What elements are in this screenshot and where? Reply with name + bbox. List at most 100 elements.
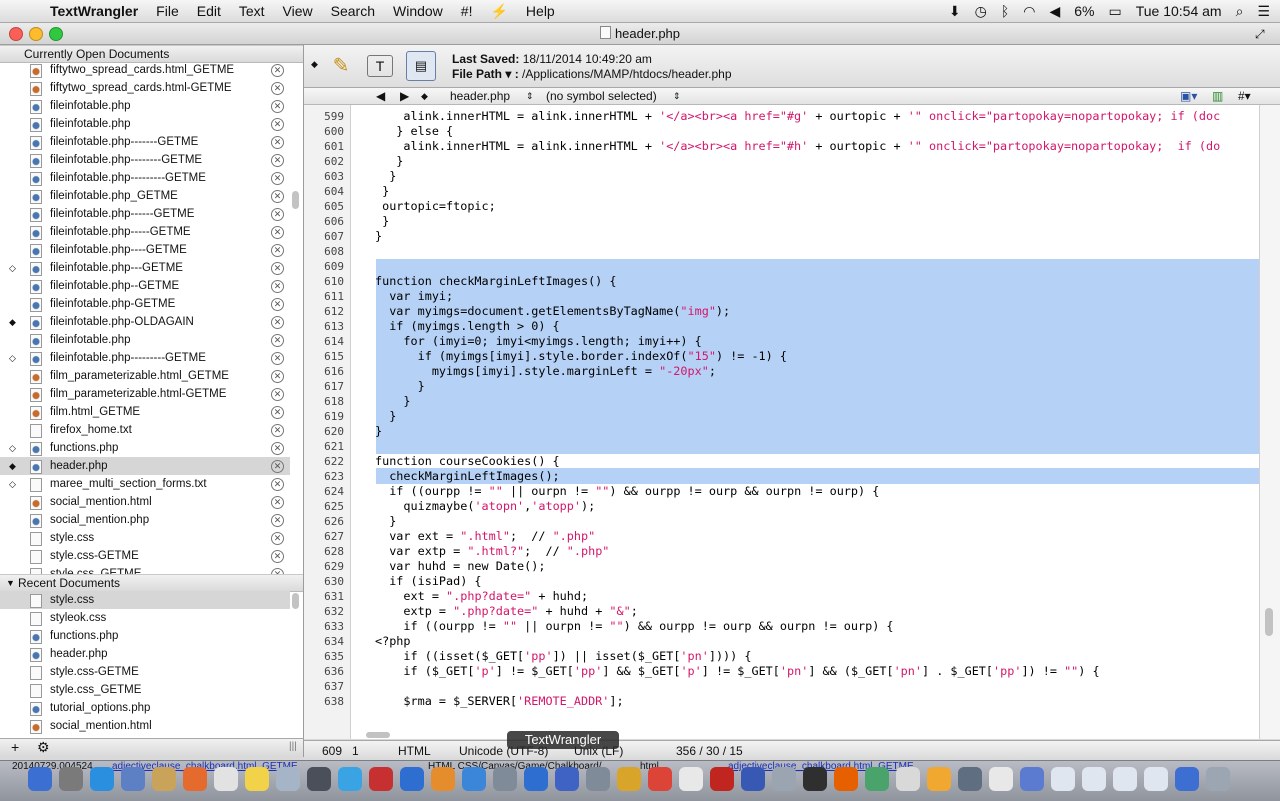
recent-documents-scrollbar[interactable] [292,593,299,609]
terminal-icon[interactable] [803,767,827,791]
code-line[interactable]: if ($_GET['p'] != $_GET['pp'] && $_GET['… [375,664,1099,679]
close-document-icon[interactable]: ✕ [271,118,284,131]
recent-document-item[interactable]: header.php [0,645,290,663]
app-store-icon[interactable] [462,767,486,791]
open-document-item[interactable]: style.css ✕ [0,529,290,547]
close-document-icon[interactable]: ✕ [271,334,284,347]
open-document-item[interactable]: film_parameterizable.html_GETME ✕ [0,367,290,385]
close-document-icon[interactable]: ✕ [271,478,284,491]
browser-icon[interactable] [865,767,889,791]
file-info-icon[interactable]: ▤ [406,51,436,81]
battery-icon[interactable]: ▭ [1108,3,1121,20]
code-line[interactable]: var ext = ".html"; // ".php" [375,529,595,544]
close-document-icon[interactable]: ✕ [271,406,284,419]
stack-icon[interactable] [1082,767,1106,791]
open-document-item[interactable]: fileinfotable.php---------GETME ✕ [0,169,290,187]
volume-icon[interactable]: ◀ [1049,3,1060,20]
imovie-icon[interactable] [741,767,765,791]
code-line[interactable]: } [375,409,396,424]
utility-icon[interactable] [586,767,610,791]
recent-document-item[interactable]: style.css_GETME [0,681,290,699]
menu-window[interactable]: Window [393,3,443,19]
photo-icon[interactable] [276,767,300,791]
drawer-resize-handle[interactable]: ||| [289,741,297,752]
finder-icon[interactable] [28,767,52,791]
open-document-item[interactable]: fileinfotable.php_GETME ✕ [0,187,290,205]
spotlight-icon[interactable]: ⌕ [1236,3,1244,20]
menu-search[interactable]: Search [331,3,375,19]
code-line[interactable]: function checkMarginLeftImages() { [375,274,616,289]
document-icon[interactable] [679,767,703,791]
forward-arrow-icon[interactable]: ▶ [400,88,409,104]
stack-icon[interactable] [1113,767,1137,791]
code-line[interactable]: <?php [375,634,411,649]
close-document-icon[interactable]: ✕ [271,514,284,527]
close-document-icon[interactable]: ✕ [271,172,284,185]
open-document-item[interactable]: film.html_GETME ✕ [0,403,290,421]
code-line[interactable]: var imyi; [375,289,453,304]
code-line[interactable]: if ((isset($_GET['pp']) || isset($_GET['… [375,649,751,664]
open-document-item[interactable]: fileinfotable.php ✕ [0,97,290,115]
open-document-item[interactable]: fileinfotable.php--GETME ✕ [0,277,290,295]
open-document-item[interactable]: social_mention.php ✕ [0,511,290,529]
code-line[interactable]: if (myimgs.length > 0) { [375,319,559,334]
close-document-icon[interactable]: ✕ [271,388,284,401]
open-document-item[interactable]: firefox_home.txt ✕ [0,421,290,439]
stickies-icon[interactable] [245,767,269,791]
symbol-popup[interactable]: (no symbol selected) [546,88,657,104]
bluetooth-icon[interactable]: ᛒ [1001,3,1009,19]
code-line[interactable]: alink.innerHTML = alink.innerHTML + '</a… [375,109,1220,124]
close-document-icon[interactable]: ✕ [271,370,284,383]
code-line[interactable]: } [375,169,396,184]
code-line[interactable]: $rma = $_SERVER['REMOTE_ADDR']; [375,694,623,709]
code-line[interactable]: } [375,154,403,169]
add-document-button[interactable]: + [11,739,19,755]
recent-document-item[interactable]: style.css [0,591,290,609]
launchpad-icon[interactable] [59,767,83,791]
vlc-icon[interactable] [927,767,951,791]
editor-horizontal-scrollbar[interactable] [366,732,390,738]
code-line[interactable]: } [375,514,396,529]
open-document-item[interactable]: fileinfotable.php ✕ [0,115,290,133]
close-document-icon[interactable]: ✕ [271,442,284,455]
close-document-icon[interactable]: ✕ [271,82,284,95]
recent-document-item[interactable]: functions.php [0,627,290,645]
line-number-status[interactable]: 609 [322,741,342,761]
close-document-icon[interactable]: ✕ [271,460,284,473]
contacts-icon[interactable] [152,767,176,791]
close-document-icon[interactable]: ✕ [271,352,284,365]
minimize-window-button[interactable] [29,27,43,41]
code-line[interactable]: } [375,184,389,199]
language-popup[interactable]: HTML [398,741,431,761]
menu-scripts[interactable]: #! [461,3,473,19]
calendar-icon[interactable] [183,767,207,791]
open-document-item[interactable]: fileinfotable.php------GETME ✕ [0,205,290,223]
file-popup-arrows-icon[interactable]: ⇕ [526,88,534,104]
code-line[interactable]: if (myimgs[imyi].style.border.indexOf("1… [375,349,787,364]
recent-document-item[interactable]: style.css-GETME [0,663,290,681]
recent-documents-header[interactable]: ▼ Recent Documents [0,574,303,592]
open-documents-scrollbar[interactable] [292,191,299,209]
notes-icon[interactable] [214,767,238,791]
messages-icon[interactable] [338,767,362,791]
close-window-button[interactable] [9,27,23,41]
code-line[interactable]: } [375,424,382,439]
recent-document-item[interactable]: tutorial_options.php [0,699,290,717]
menu-text[interactable]: Text [239,3,265,19]
downloads-icon[interactable] [1175,767,1199,791]
editor-vertical-scrollbar[interactable] [1259,105,1280,739]
file-popup[interactable]: header.php [450,88,510,104]
code-line[interactable]: myimgs[imyi].style.marginLeft = "-20px"; [375,364,716,379]
open-document-item[interactable]: film_parameterizable.html-GETME ✕ [0,385,290,403]
stack-icon[interactable] [1051,767,1075,791]
code-line[interactable]: quizmaybe('atopn','atopp'); [375,499,595,514]
stack-icon[interactable] [1144,767,1168,791]
zoom-window-button[interactable] [49,27,63,41]
trash-icon[interactable] [1206,767,1230,791]
code-line[interactable]: extp = ".php?date=" + huhd + "&"; [375,604,637,619]
wifi-icon[interactable]: ◠ [1023,3,1035,20]
firefox-icon[interactable] [834,767,858,791]
code-line[interactable]: checkMarginLeftImages(); [375,469,559,484]
clock[interactable]: Tue 10:54 am [1136,3,1222,19]
download-icon[interactable]: ⬇ [949,3,961,20]
